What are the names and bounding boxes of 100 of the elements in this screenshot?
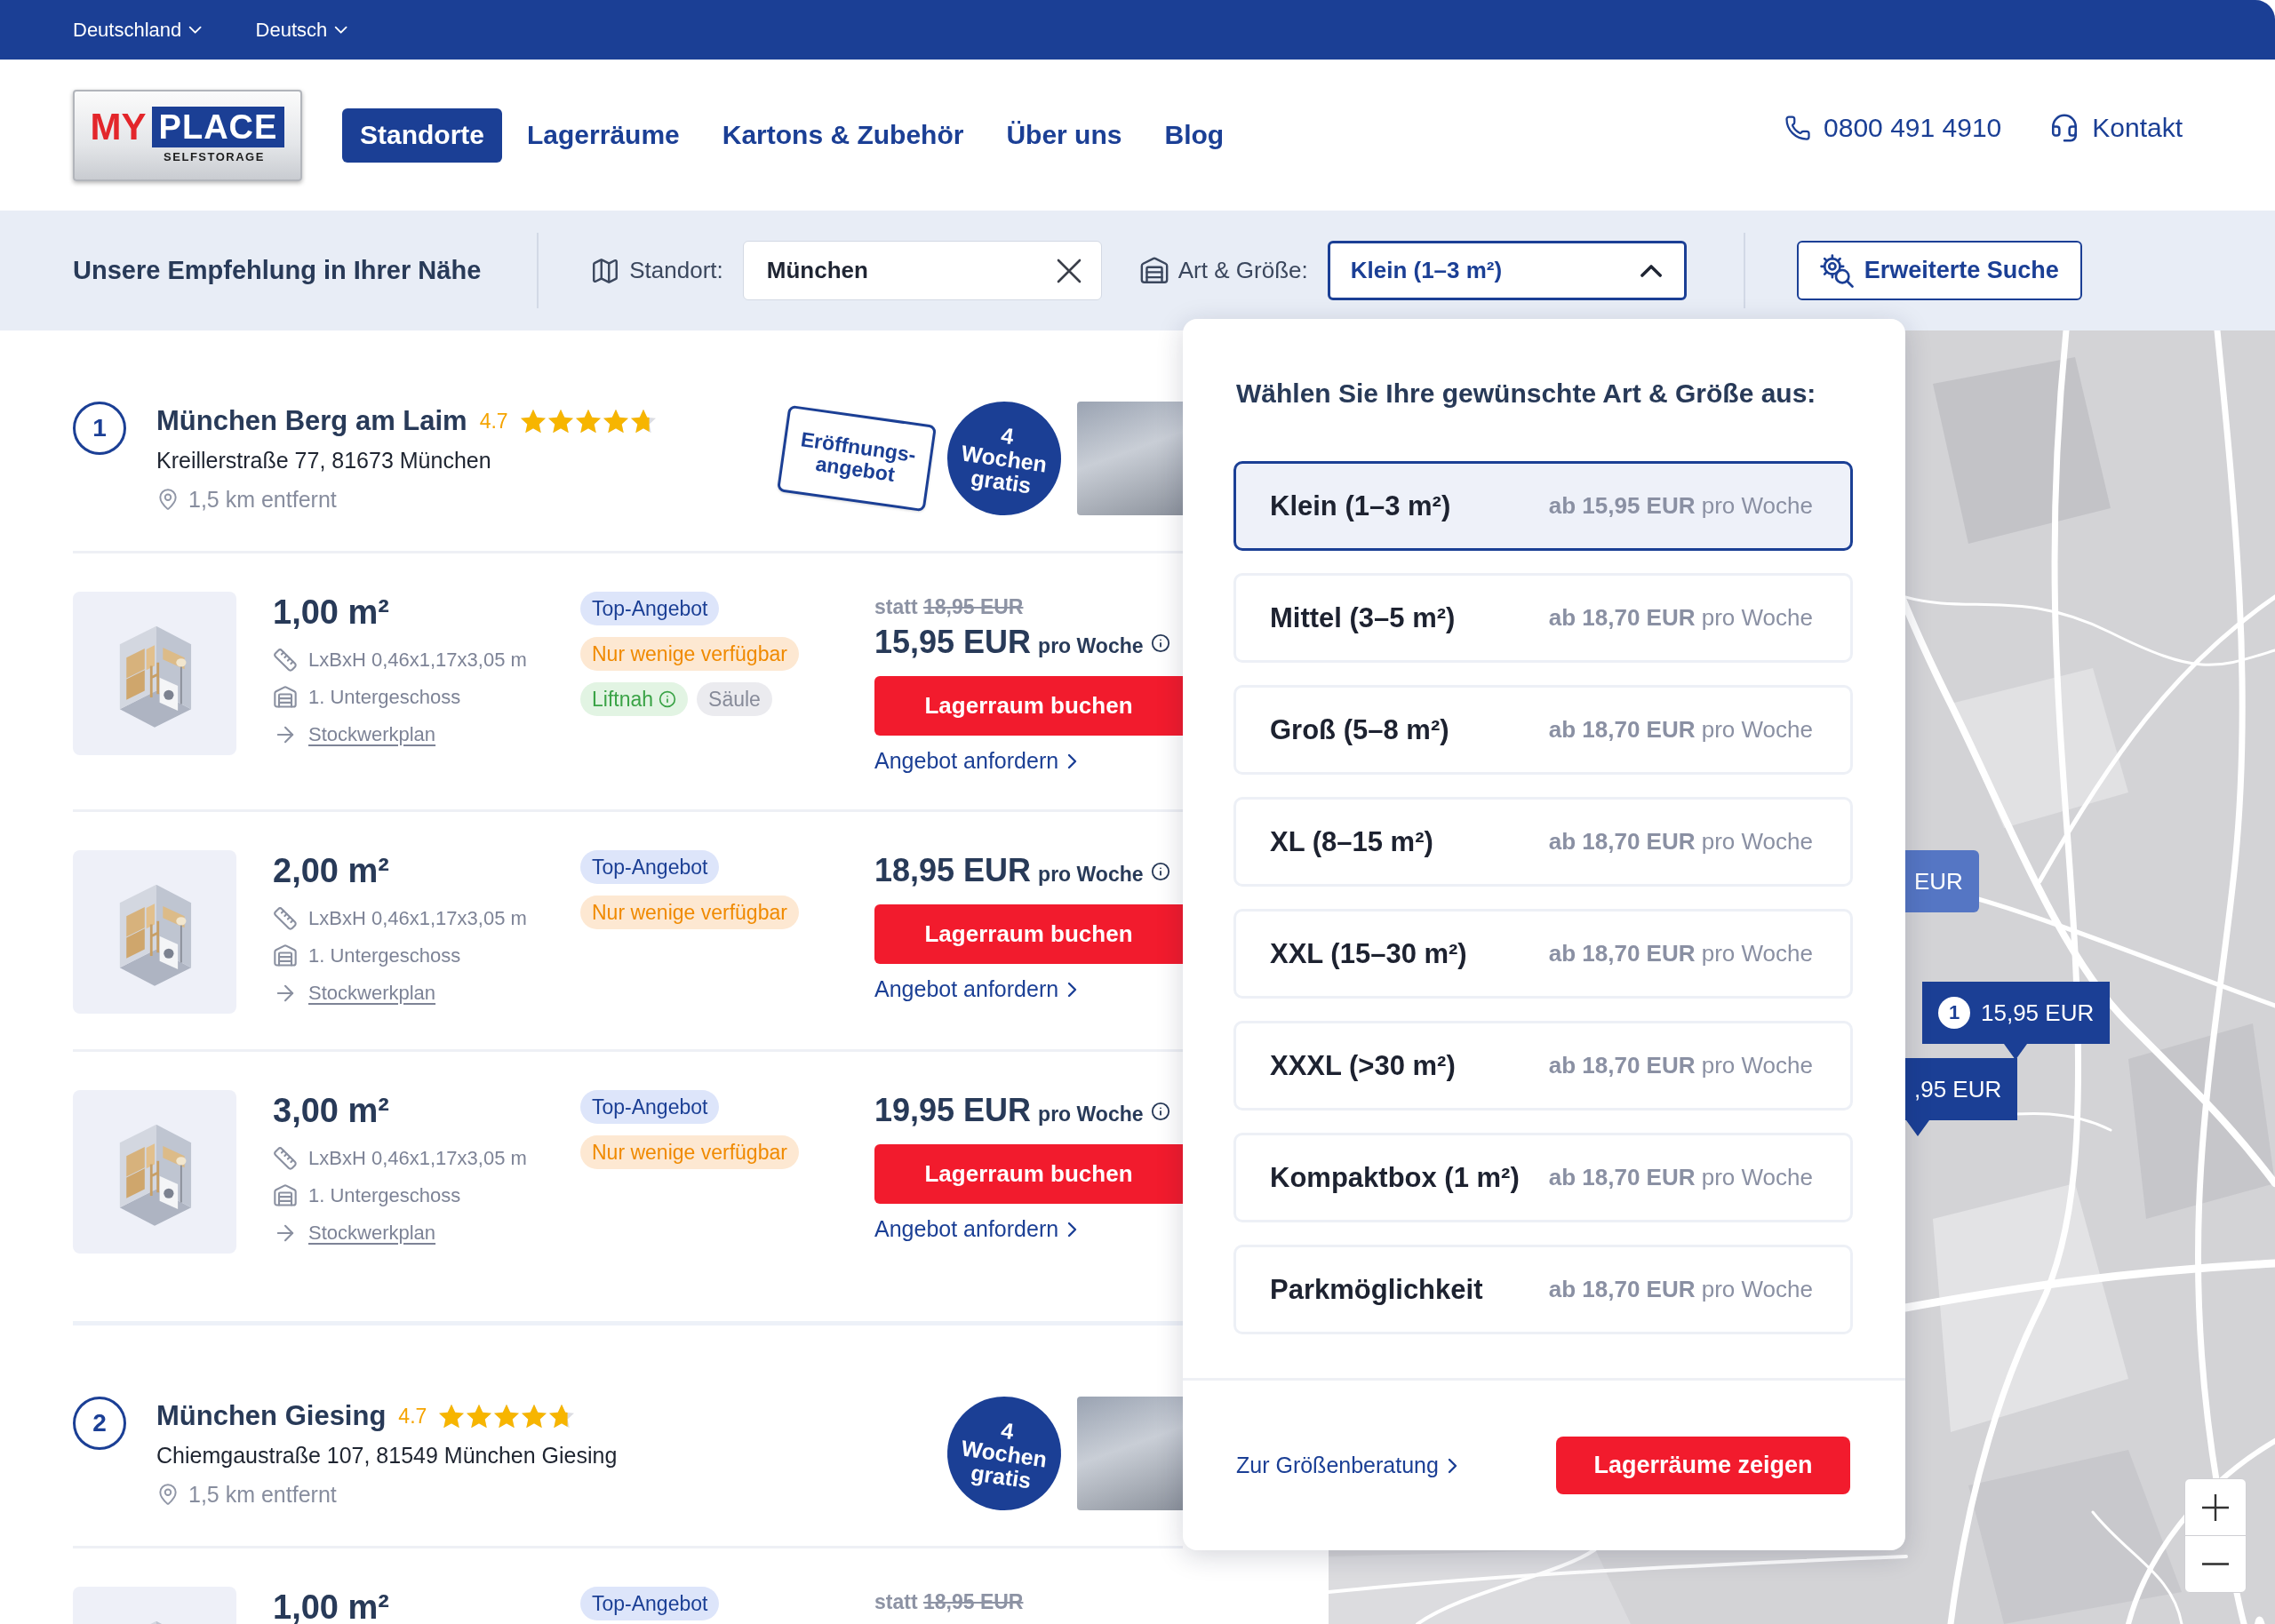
offer-tag: Top-Angebot [580, 592, 720, 625]
map-marker[interactable]: EUR [1905, 850, 1979, 912]
floor-plan-link[interactable]: Stockwerkplan [308, 1222, 436, 1245]
ruler-icon [273, 1146, 298, 1171]
rating-value: 4.7 [479, 409, 508, 434]
offer-link[interactable]: Angebot anfordern [874, 748, 1078, 774]
nav-link[interactable]: Standorte [342, 107, 502, 163]
old-price: statt 18,95 EUR [874, 1589, 1024, 1615]
location-number: 2 [73, 1397, 126, 1450]
offer-stamp: Eröffnungs- angebot [777, 404, 937, 513]
plus-icon [2202, 1493, 2229, 1521]
size-option[interactable]: Mittel (3–5 m²) ab 18,70 EUR pro Woche [1233, 573, 1853, 663]
size-option[interactable]: XXXL (>30 m²) ab 18,70 EUR pro Woche [1233, 1021, 1853, 1111]
option-price: ab 18,70 EUR pro Woche [1548, 828, 1813, 856]
availability-tag: Nur wenige verfügbar [580, 637, 799, 671]
offer-link[interactable]: Angebot anfordern [874, 1216, 1078, 1242]
star-icon [547, 409, 573, 434]
chevron-right-icon [1447, 1457, 1457, 1474]
location-title[interactable]: München Giesing [156, 1400, 387, 1432]
option-price: ab 15,95 EUR pro Woche [1548, 492, 1813, 520]
size-option[interactable]: XXL (15–30 m²) ab 18,70 EUR pro Woche [1233, 909, 1853, 999]
star-icon [630, 409, 656, 434]
phone-link[interactable]: 0800 491 4910 [1784, 113, 2002, 143]
star-icon [603, 409, 628, 434]
size-select[interactable]: Klein (1–3 m²) [1327, 241, 1687, 300]
menu-title: Wählen Sie Ihre gewünschte Art & Größe aus: [1235, 378, 1817, 410]
unit-dimensions: LxBxH 0,46x1,17x3,05 m [308, 649, 527, 672]
star-icon [575, 409, 601, 434]
offer-link[interactable]: Angebot anfordern [874, 976, 1078, 1002]
info-icon[interactable] [1150, 862, 1170, 881]
unit-floor: 1. Untergeschoss [308, 1184, 461, 1207]
chevron-right-icon [1067, 1221, 1078, 1238]
offer-tag: Top-Angebot [580, 850, 720, 884]
price-unit: pro Woche [1038, 1102, 1144, 1127]
clear-button[interactable] [1056, 258, 1082, 283]
location-number: 1 [73, 402, 126, 455]
availability-tag: Nur wenige verfügbar [580, 1135, 799, 1169]
info-icon[interactable] [1150, 1102, 1170, 1121]
logo-text: PLACE [151, 107, 285, 147]
availability-tag: Nur wenige verfügbar [580, 896, 799, 929]
location-address: Chiemgaustraße 107, 81549 München Giesing [156, 1442, 618, 1469]
logo[interactable]: MY PLACE SELFSTORAGE [73, 89, 302, 181]
book-button[interactable]: Lagerraum buchen [874, 676, 1183, 736]
distance-text: 1,5 km entfernt [188, 486, 337, 513]
warehouse-icon [273, 685, 298, 710]
size-option[interactable]: Parkmöglichkeit ab 18,70 EUR pro Woche [1233, 1245, 1853, 1334]
location-title[interactable]: München Berg am Laim [156, 405, 467, 437]
phone-icon [1784, 115, 1812, 141]
offer-tag: Top-Angebot [580, 1587, 720, 1620]
chevron-down-icon [188, 25, 203, 35]
size-option[interactable]: Klein (1–3 m²) ab 15,95 EUR pro Woche [1233, 461, 1853, 551]
zoom-in-button[interactable] [2184, 1478, 2247, 1536]
price-unit: pro Woche [1038, 862, 1144, 888]
option-price: ab 18,70 EUR pro Woche [1548, 1276, 1813, 1303]
unit-dimensions: LxBxH 0,46x1,17x3,05 m [308, 1147, 527, 1170]
size-advice-link[interactable]: Zur Größenberatung [1236, 1453, 1457, 1478]
feature-tag: Säule [697, 682, 772, 716]
distance-text: 1,5 km entfernt [188, 1481, 337, 1508]
star-icon [494, 1404, 520, 1429]
advanced-search-button[interactable]: Erweiterte Suche [1796, 241, 2082, 300]
unit-size: 1,00 m² [273, 593, 390, 633]
chevron-down-icon [334, 25, 348, 35]
ruler-icon [273, 648, 298, 673]
old-price: statt 18,95 EUR [874, 594, 1024, 620]
size-option[interactable]: XL (8–15 m²) ab 18,70 EUR pro Woche [1233, 797, 1853, 887]
size-option[interactable]: Groß (5–8 m²) ab 18,70 EUR pro Woche [1233, 685, 1853, 775]
floor-plan-link[interactable]: Stockwerkplan [308, 723, 436, 746]
warehouse-icon [273, 1183, 298, 1208]
marker-number: 1 [1938, 997, 1970, 1029]
location-field[interactable]: München [742, 241, 1102, 300]
unit-price: 19,95 EUR [874, 1091, 1032, 1130]
option-price: ab 18,70 EUR pro Woche [1548, 1164, 1813, 1191]
unit-floor: 1. Untergeschoss [308, 944, 461, 967]
country-select[interactable]: Deutschland [73, 18, 203, 42]
nav-link[interactable]: Kartons & Zubehör [704, 107, 982, 163]
nav-link[interactable]: Blog [1146, 107, 1242, 163]
language-select[interactable]: Deutsch [255, 18, 348, 42]
info-icon[interactable] [1150, 633, 1170, 653]
size-option[interactable]: Kompaktbox (1 m²) ab 18,70 EUR pro Woche [1233, 1133, 1853, 1222]
unit-price: 15,95 EUR [874, 623, 1032, 662]
floor-plan-link[interactable]: Stockwerkplan [308, 982, 436, 1005]
unit-dimensions: LxBxH 0,46x1,17x3,05 m [308, 907, 527, 930]
price-unit: pro Woche [1038, 633, 1144, 659]
contact-link[interactable]: Kontakt [2049, 113, 2183, 143]
chevron-right-icon [1067, 752, 1078, 769]
warehouse-icon [1138, 255, 1169, 286]
pin-icon [156, 1483, 180, 1506]
book-button[interactable]: Lagerraum buchen [874, 1144, 1183, 1204]
ruler-icon [273, 906, 298, 931]
nav-link[interactable]: Über uns [988, 107, 1140, 163]
option-price: ab 18,70 EUR pro Woche [1548, 1052, 1813, 1079]
rating-value: 4.7 [398, 1404, 427, 1429]
minus-icon [2202, 1563, 2229, 1565]
offer-tag: Top-Angebot [580, 1090, 720, 1124]
search-heading: Unsere Empfehlung in Ihrer Nähe [73, 256, 482, 285]
book-button[interactable]: Lagerraum buchen [874, 904, 1183, 964]
warehouse-icon [273, 943, 298, 968]
nav-link[interactable]: Lagerräume [509, 107, 698, 163]
show-storage-button[interactable]: Lagerräume zeigen [1556, 1437, 1850, 1494]
field-label: Standort: [629, 257, 723, 284]
